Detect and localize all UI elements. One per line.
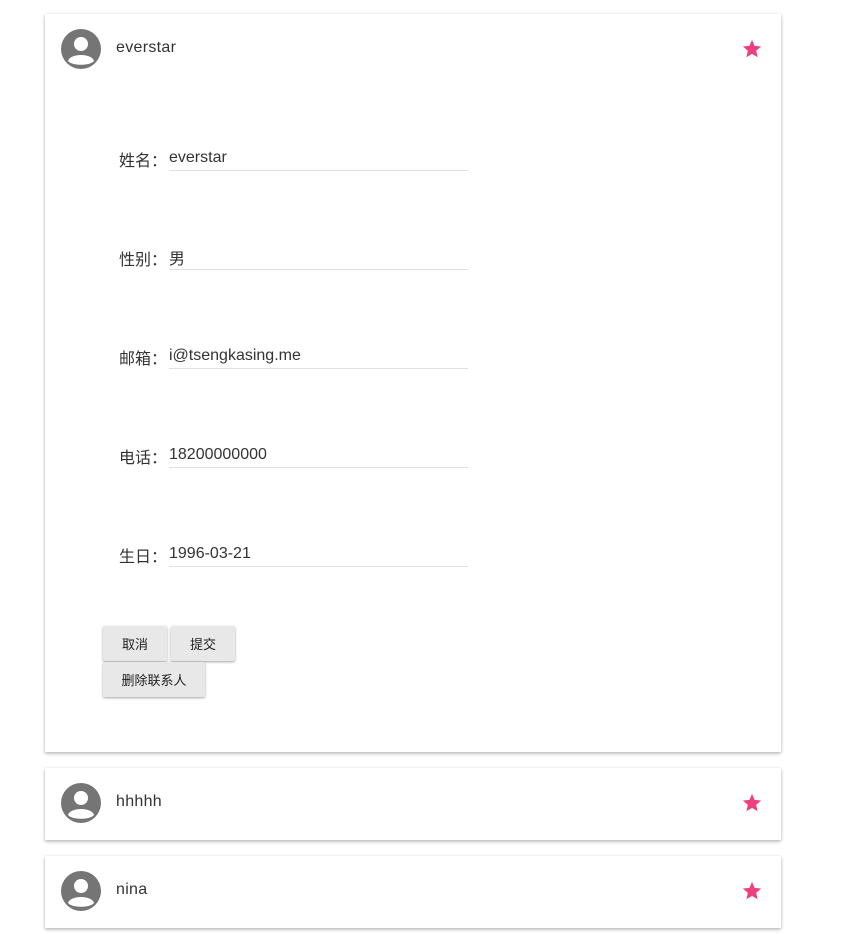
- contact-card[interactable]: nina: [45, 856, 781, 928]
- delete-contact-button[interactable]: 删除联系人: [103, 662, 205, 697]
- contact-name: everstar: [116, 39, 177, 56]
- birthday-label: 生日：: [119, 549, 168, 566]
- account-circle-icon: [61, 871, 101, 911]
- email-input[interactable]: [169, 343, 468, 369]
- cancel-button[interactable]: 取消: [103, 626, 167, 661]
- contact-card-expanded: everstar 姓名： 性别： 邮箱： 电话： 生日： 取消 提交 删除联系人: [45, 14, 781, 752]
- gender-input[interactable]: [169, 244, 468, 270]
- name-input[interactable]: [169, 145, 468, 171]
- contact-card-header[interactable]: nina: [45, 856, 781, 928]
- star-icon[interactable]: [741, 880, 763, 902]
- submit-button[interactable]: 提交: [171, 626, 235, 661]
- birthday-input[interactable]: [169, 541, 468, 567]
- phone-input[interactable]: [169, 442, 468, 468]
- contact-name: hhhhh: [116, 793, 162, 810]
- account-circle-icon: [61, 783, 101, 823]
- name-label: 姓名：: [119, 153, 168, 170]
- contact-name: nina: [116, 881, 148, 898]
- contact-card-header[interactable]: everstar: [45, 14, 781, 86]
- star-icon[interactable]: [741, 792, 763, 814]
- contact-card-header[interactable]: hhhhh: [45, 768, 781, 840]
- account-circle-icon: [61, 29, 101, 69]
- gender-label: 性别：: [119, 252, 168, 269]
- star-icon[interactable]: [741, 38, 763, 60]
- phone-label: 电话：: [119, 450, 168, 467]
- email-label: 邮箱：: [119, 351, 168, 368]
- contact-card[interactable]: hhhhh: [45, 768, 781, 840]
